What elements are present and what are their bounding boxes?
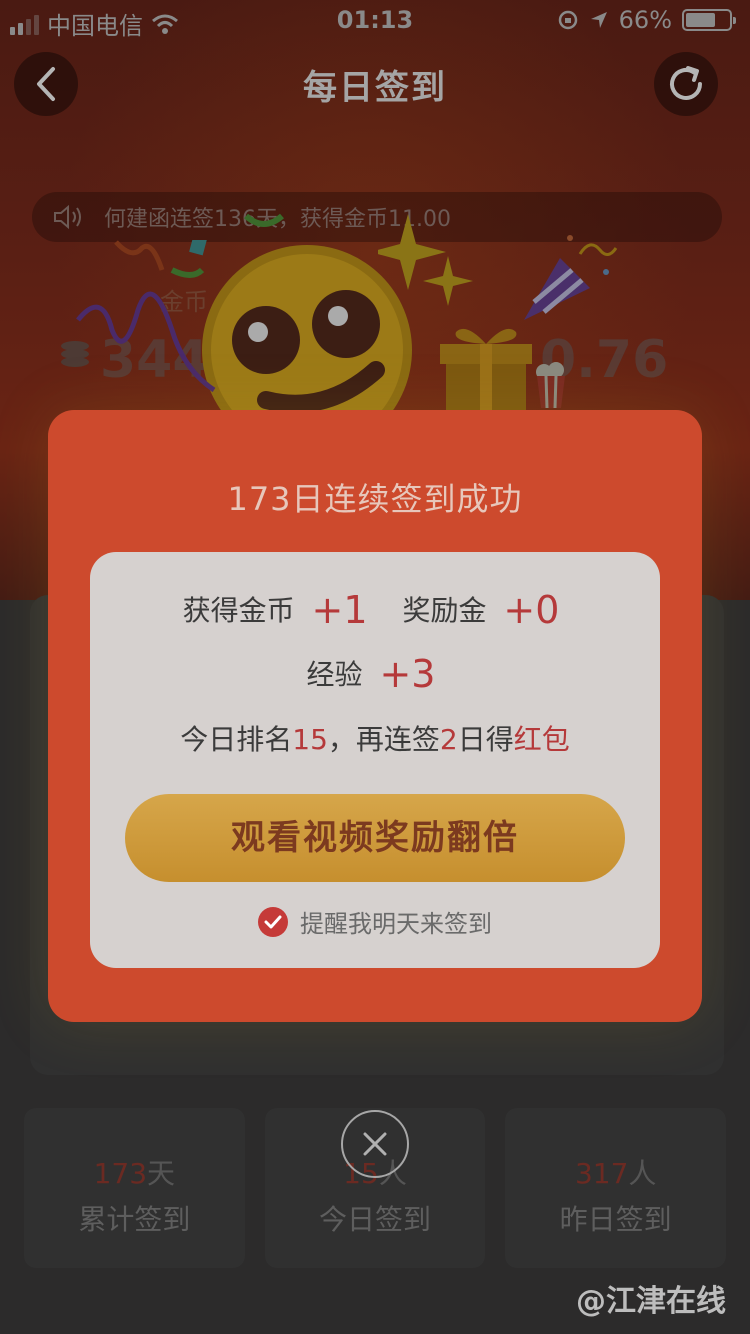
stat-today-label: 今日签到: [319, 1203, 432, 1236]
confetti-icon: [76, 240, 216, 393]
sparkle-icon: [378, 214, 473, 306]
check-icon[interactable]: [258, 906, 288, 937]
status-bar: 中国电信 01:13 66%: [0, 0, 750, 42]
confetti-strip-icon: [244, 213, 284, 227]
reward-panel: 获得金币 +1 奖励金 +0 经验 +3 今日排名15，再连签2日得红包 观看视…: [90, 552, 660, 968]
stat-yesterday-label: 昨日签到: [559, 1203, 672, 1236]
watermark: @江津在线: [576, 1284, 726, 1319]
rank-prefix: 今日排名: [180, 723, 293, 756]
stat-total-unit: 天: [147, 1157, 176, 1190]
exp-value: +3: [379, 652, 436, 696]
lock-rotation-icon: [558, 10, 577, 30]
party-popper-icon: [524, 235, 618, 320]
reward-row-coins: 获得金币 +1 奖励金 +0: [90, 588, 660, 632]
speaker-icon: [54, 204, 81, 230]
stat-yesterday: 317人 昨日签到: [505, 1108, 727, 1268]
rank-mid: ，再连签: [327, 723, 440, 756]
stat-total-num: 173: [93, 1157, 148, 1190]
modal-title: 173日连续签到成功: [227, 480, 523, 518]
watch-video-double-button[interactable]: 观看视频奖励翻倍: [125, 794, 625, 882]
close-icon: [363, 1132, 387, 1156]
red-packet-text: 红包: [513, 723, 570, 756]
refresh-icon: [670, 66, 702, 100]
rank-value: 15: [292, 723, 328, 756]
exp-label: 经验: [306, 658, 363, 691]
stat-yesterday-num: 317: [574, 1157, 629, 1190]
battery-icon: [682, 9, 736, 31]
location-icon: [590, 12, 607, 28]
remind-tomorrow-toggle[interactable]: 提醒我明天来签到: [90, 904, 660, 939]
coins-value: +1: [311, 588, 368, 632]
page-title: 每日签到: [303, 68, 447, 108]
rank-text: 今日排名15，再连签2日得红包: [90, 718, 660, 758]
reward-row-exp: 经验 +3: [90, 652, 660, 696]
refresh-button[interactable]: [654, 52, 718, 116]
days-value: 2: [439, 723, 458, 756]
stat-yesterday-unit: 人: [628, 1157, 657, 1190]
bonus-value: +0: [503, 588, 560, 632]
signin-success-modal: 173日连续签到成功 获得金币 +1 奖励金 +0 经验 +3 今日排名15，再…: [48, 410, 702, 1022]
bonus-label: 奖励金: [402, 594, 487, 627]
rank-suffix: 日得: [457, 723, 514, 756]
stat-total-label: 累计签到: [78, 1203, 191, 1236]
stat-total: 173天 累计签到: [24, 1108, 245, 1268]
coins-label: 获得金币: [182, 594, 295, 627]
close-button[interactable]: [341, 1110, 409, 1178]
gift-icon: [440, 328, 532, 414]
remind-label: 提醒我明天来签到: [300, 910, 492, 938]
battery-percent: 66%: [618, 6, 672, 34]
popcorn-icon: [536, 362, 565, 408]
